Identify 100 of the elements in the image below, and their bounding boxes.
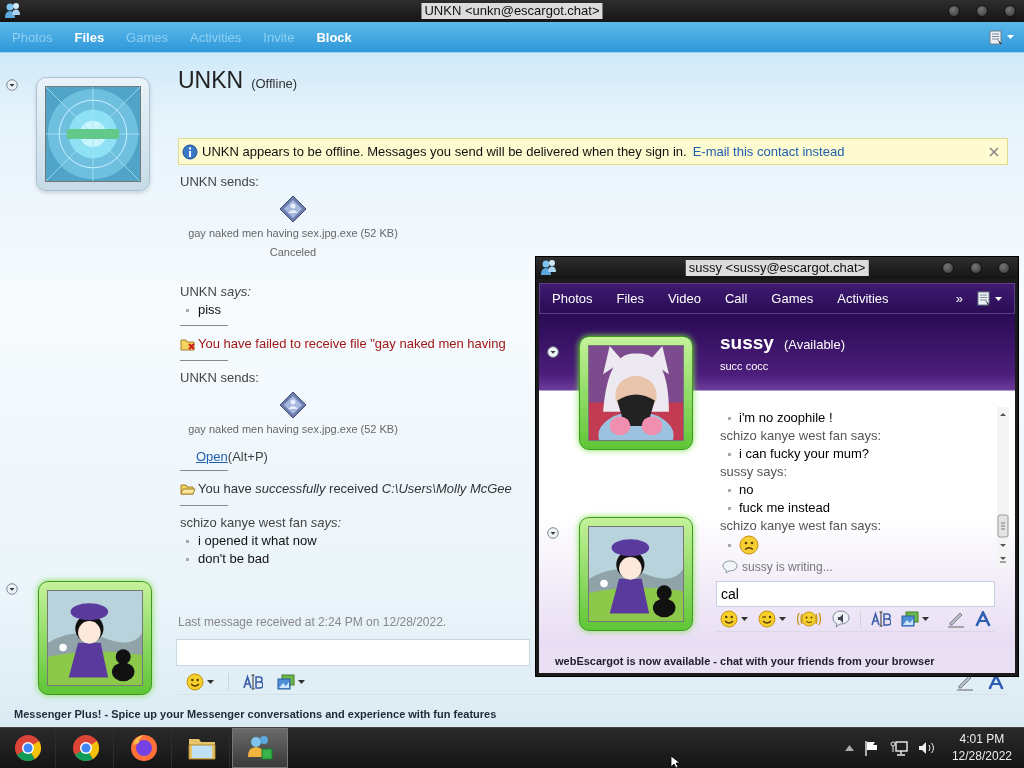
voice-clip-icon — [832, 610, 850, 628]
collapse-icon — [6, 79, 18, 91]
message-line: no — [739, 481, 754, 499]
message-input[interactable]: cal — [716, 581, 995, 607]
toolbar-button[interactable]: Video — [667, 291, 701, 306]
message-line: don't be bad — [180, 550, 270, 568]
people-icon — [540, 259, 558, 277]
expand-tray-icon — [844, 745, 854, 751]
sender-line: schizo kanye west fan says: — [180, 514, 342, 532]
toolbar-button[interactable]: Games — [771, 291, 814, 306]
collapse-icon — [6, 583, 18, 595]
open-folder-icon — [180, 482, 196, 496]
collapse-button[interactable] — [6, 583, 18, 595]
font-icon — [975, 611, 991, 627]
speech-bubble-icon — [722, 560, 738, 574]
collapse-button[interactable] — [547, 346, 559, 358]
contact-name: sussy — [720, 332, 774, 354]
file-name: gay naked men having sex.jpg.exe (52 KB) — [187, 422, 399, 437]
toolbar-button[interactable]: Activities — [837, 291, 889, 306]
window-title: UNKN <unkn@escargot.chat> — [421, 3, 603, 19]
speaker-icon — [917, 740, 936, 756]
nudge-icon — [796, 610, 822, 628]
contact-status: (Offline) — [251, 76, 298, 91]
collapse-icon — [547, 527, 559, 539]
caret-icon — [741, 617, 748, 621]
spelling-icon — [871, 611, 891, 627]
caret-icon — [995, 296, 1002, 301]
caret-icon — [1007, 35, 1014, 39]
message-line: fuck me instead — [739, 499, 831, 517]
caret-icon — [922, 617, 929, 621]
background-icon — [901, 611, 919, 627]
network-icon — [889, 740, 908, 756]
last-message-text: Last message received at 2:24 PM on 12/28/2022. — [178, 615, 447, 629]
message-line: i opened it what now — [180, 532, 317, 550]
personal-message: succ cocc — [720, 360, 770, 372]
document-icon — [977, 291, 991, 306]
notice-text: You have successfully received C:\Users\Molly McGee — [198, 480, 512, 498]
toolbar-button[interactable]: Call — [724, 291, 748, 306]
collapse-button[interactable] — [6, 79, 18, 91]
browser-icon — [12, 733, 43, 763]
fox-icon — [128, 733, 159, 763]
more-button[interactable]: » — [955, 291, 963, 306]
people-icon — [245, 733, 275, 763]
message-line: i can fucky your mum? — [739, 445, 870, 463]
people-icon — [4, 2, 22, 20]
transfer-status: Canceled — [269, 245, 317, 260]
close-icon — [989, 146, 999, 157]
message-input[interactable] — [176, 639, 530, 666]
smiley-icon — [720, 610, 738, 628]
contact-name: UNKN — [178, 67, 244, 94]
window-button[interactable] — [970, 262, 982, 274]
sender-line: UNKN says: — [180, 283, 251, 301]
banner-text: webEscargot is now available - chat with your friends from your browser — [555, 655, 935, 667]
pointer-icon — [670, 756, 682, 768]
file-icon — [279, 195, 307, 223]
email-link[interactable]: E-mail this contact instead — [692, 144, 845, 159]
spelling-icon — [243, 673, 263, 690]
file-name: gay naked men having sex.jpg.exe (52 KB) — [187, 226, 399, 241]
toolbar-button[interactable]: Files — [616, 291, 644, 306]
browser-icon — [70, 733, 101, 763]
toolbar-button[interactable]: Photos — [552, 291, 593, 306]
smiley-icon — [186, 672, 204, 691]
taskbar-button[interactable] — [232, 728, 288, 768]
menu-button[interactable] — [977, 291, 1002, 306]
clock-date: 12/28/2022 — [951, 748, 1012, 765]
clock-time: 4:01 PM — [959, 731, 1005, 748]
message-line: i'm no zoophile ! — [739, 409, 833, 427]
sender-line: schizo kanye west fan says: — [720, 517, 883, 535]
window-title: sussy <sussy@escargot.chat> — [685, 260, 869, 276]
open-link[interactable]: Open — [196, 449, 228, 464]
sad-face-icon — [739, 535, 759, 555]
notice-text: You have failed to receive file "gay naked men having — [198, 335, 506, 353]
window-button[interactable] — [942, 262, 954, 274]
window-button[interactable] — [976, 5, 988, 17]
collapse-button[interactable] — [547, 527, 559, 539]
wink-icon — [758, 610, 776, 628]
sender-line: UNKN sends: — [180, 173, 259, 191]
window-button[interactable] — [948, 5, 960, 17]
info-icon — [182, 143, 198, 160]
message-line: piss — [180, 301, 222, 319]
sender-line: UNKN sends: — [180, 369, 259, 387]
caret-icon — [298, 679, 305, 684]
shortcut-hint: (Alt+P) — [227, 449, 268, 464]
close-button[interactable] — [989, 146, 999, 157]
sender-line: sussy says: — [720, 463, 789, 481]
file-icon — [279, 391, 307, 419]
folder-error-icon — [180, 337, 196, 351]
status-bar-text: Messenger Plus! - Spice up your Messenger conversations and experience with fun features — [14, 708, 497, 720]
flag-icon — [863, 740, 880, 756]
document-icon — [989, 29, 1003, 45]
info-text: UNKN appears to be offline. Messages you send will be delivered when they sign in. — [202, 144, 687, 159]
typing-status: sussy is writing... — [742, 560, 833, 574]
collapse-icon — [547, 346, 559, 358]
contact-status: (Available) — [783, 337, 846, 352]
pen-icon — [947, 610, 965, 628]
caret-icon — [207, 679, 214, 684]
caret-icon — [779, 617, 786, 621]
window-button[interactable] — [1004, 5, 1016, 17]
window-button[interactable] — [998, 262, 1010, 274]
sender-line: schizo kanye west fan says: — [720, 427, 883, 445]
